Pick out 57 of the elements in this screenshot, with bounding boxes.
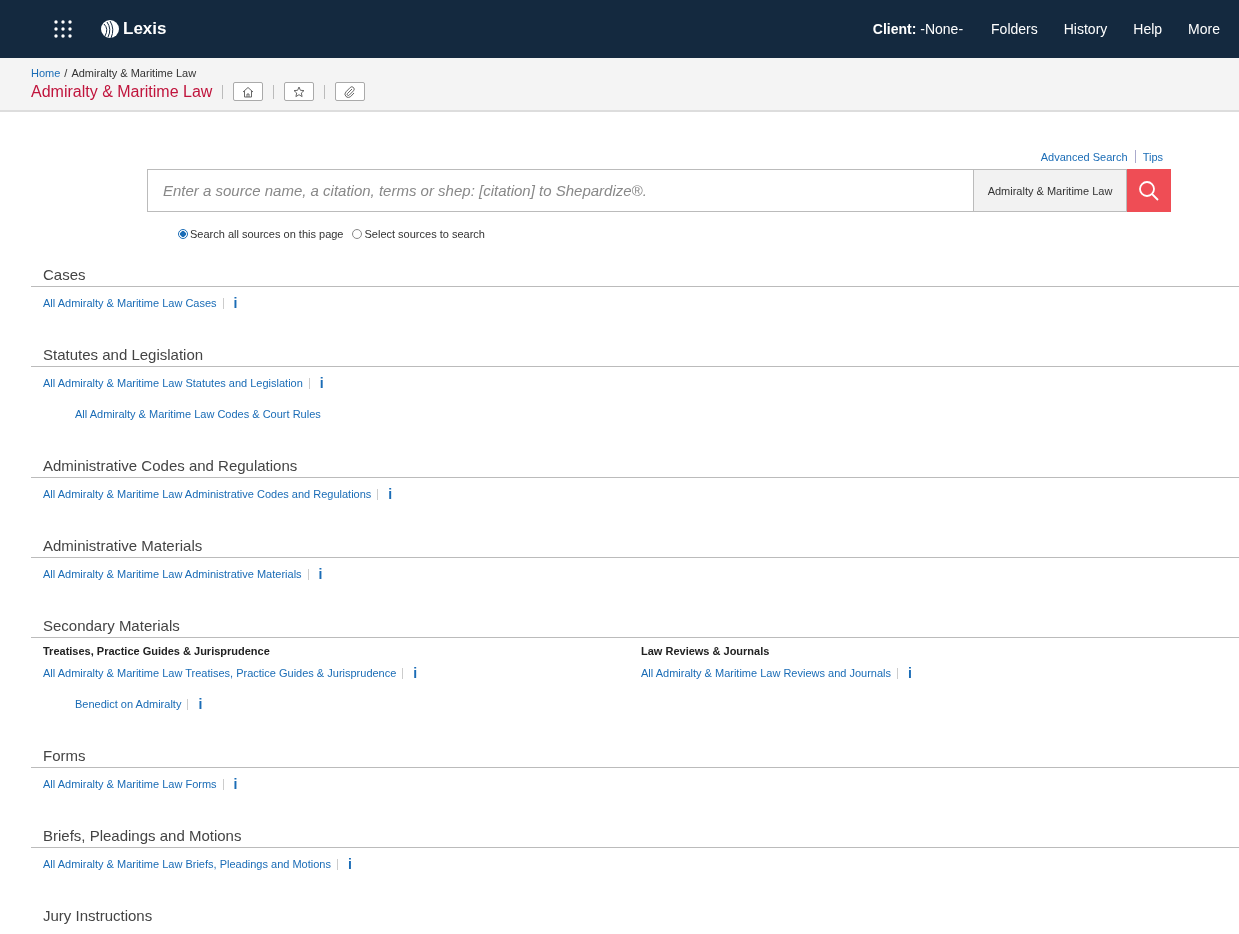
source-link[interactable]: All Admiralty & Maritime Law Administrative Codes and Regulations [43, 488, 372, 500]
nav-link[interactable]: More [1177, 21, 1231, 37]
section-heading: Administrative Materials [42, 536, 204, 556]
paperclip-icon [344, 85, 357, 98]
section-heading: Secondary Materials [42, 616, 181, 636]
section-heading: Jury Instructions [42, 906, 154, 926]
column-heading: Law Reviews & Journals [641, 645, 771, 657]
info-icon[interactable]: i [229, 776, 242, 792]
home-button[interactable] [233, 82, 264, 101]
source-link[interactable]: All Admiralty & Maritime Law Reviews and Journals [641, 667, 892, 679]
source-link[interactable]: All Admiralty & Maritime Law Treatises, Practice Guides & Jurisprudence [43, 667, 397, 679]
search-option[interactable]: Select sources to search [352, 228, 485, 240]
info-icon[interactable]: i [229, 295, 242, 311]
breadcrumb-link[interactable]: Home [31, 67, 61, 79]
source-link[interactable]: Benedict on Admiralty [75, 698, 182, 710]
breadcrumb-current: Admiralty & Maritime Law [71, 67, 197, 79]
tips-link[interactable]: Tips [1142, 150, 1163, 163]
logo-text[interactable]: Lexis [123, 19, 167, 39]
search-button[interactable] [1127, 169, 1171, 212]
info-icon[interactable]: i [409, 665, 422, 681]
search-option[interactable]: Search all sources on this page [178, 228, 344, 240]
source-link[interactable]: All Admiralty & Maritime Law Statutes and Legislation [43, 377, 303, 389]
column-heading: Treatises, Practice Guides & Jurisprudence [43, 645, 271, 657]
apps-grid-icon[interactable] [54, 20, 72, 38]
page-title: Admiralty & Maritime Law [31, 82, 213, 101]
nav-link[interactable]: Help [1122, 21, 1174, 37]
source-link[interactable]: All Admiralty & Maritime Law Codes & Court Rules [75, 408, 321, 420]
nav-link[interactable]: Folders [980, 21, 1049, 37]
source-link[interactable]: All Admiralty & Maritime Law Administrative Materials [43, 568, 302, 580]
section-heading: Administrative Codes and Regulations [42, 456, 299, 476]
search-field[interactable]: Enter a source name, a citation, terms or shep: [citation] to Shepardize®. [147, 169, 973, 212]
info-icon[interactable]: i [194, 696, 207, 712]
info-icon[interactable]: i [904, 665, 916, 681]
star-icon [293, 85, 306, 98]
section-heading: Briefs, Pleadings and Motions [42, 826, 243, 846]
favorite-button[interactable] [284, 82, 315, 101]
home-icon [242, 85, 255, 98]
section-heading: Statutes and Legislation [42, 345, 205, 365]
advanced-search-link[interactable]: Advanced Search [1040, 150, 1128, 163]
section-heading: Forms [42, 746, 87, 766]
radio-button[interactable] [178, 229, 188, 239]
search-scope-button[interactable]: Admiralty & Maritime Law [973, 169, 1127, 212]
breadcrumb-separator: / [64, 67, 68, 79]
info-icon[interactable]: i [315, 375, 328, 391]
radio-button[interactable] [352, 229, 363, 239]
info-icon[interactable]: i [343, 856, 356, 872]
source-link[interactable]: All Admiralty & Maritime Law Forms [43, 778, 217, 790]
info-icon[interactable]: i [314, 566, 327, 582]
nav-link[interactable]: History [1052, 21, 1119, 37]
logo-icon [100, 19, 120, 39]
source-link[interactable]: All Admiralty & Maritime Law Cases [43, 297, 217, 309]
attach-button[interactable] [335, 82, 366, 101]
search-icon [1138, 179, 1160, 202]
client-selector[interactable]: Client: -None- [861, 21, 975, 37]
section-heading: Cases [42, 265, 87, 285]
source-link[interactable]: All Admiralty & Maritime Law Briefs, Pleadings and Motions [43, 858, 331, 870]
info-icon[interactable]: i [384, 486, 397, 502]
